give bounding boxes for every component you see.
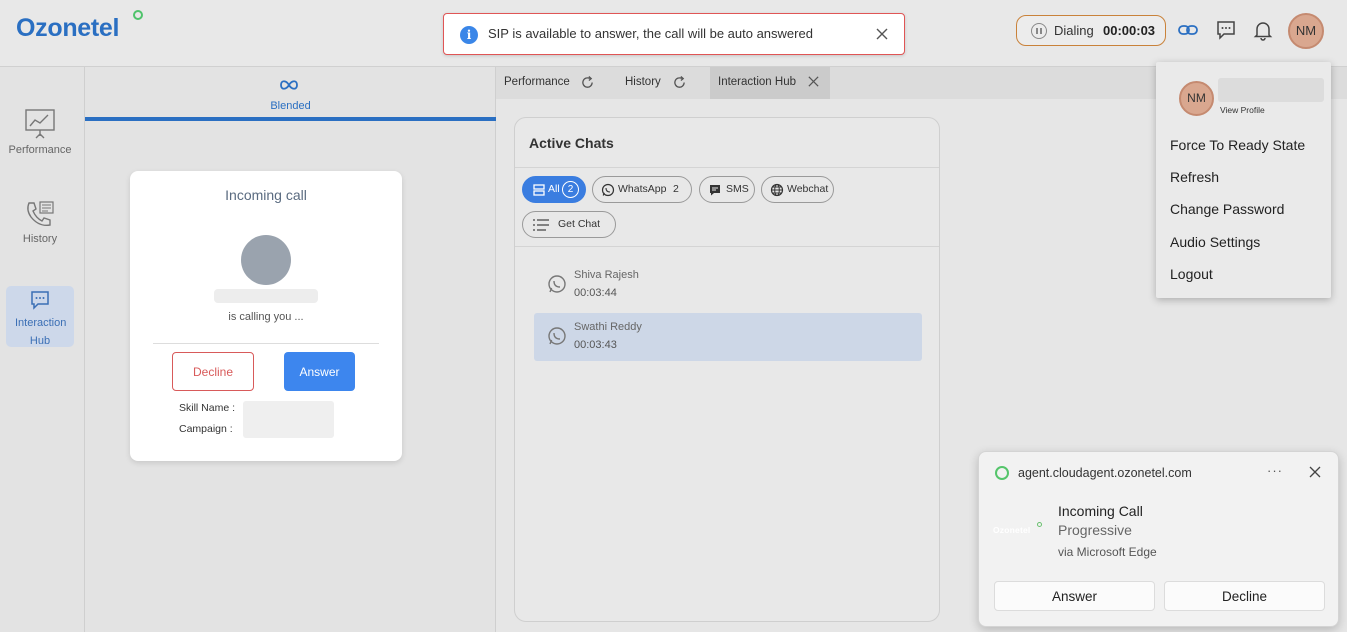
notification-title: Incoming Call (1058, 503, 1143, 519)
toast-message: SIP is available to answer, the call wil… (488, 26, 813, 41)
chat-duration: 00:03:43 (574, 339, 617, 351)
globe-icon (770, 183, 784, 197)
menu-item-refresh[interactable]: Refresh (1170, 169, 1219, 185)
chat-icon[interactable] (1215, 19, 1237, 41)
menu-item-force-ready[interactable]: Force To Ready State (1170, 137, 1305, 153)
notification-subtitle: Progressive (1058, 522, 1132, 538)
filter-all-count: 2 (562, 181, 579, 198)
more-options-icon[interactable]: ··· (1267, 463, 1283, 478)
list-icon (533, 219, 549, 231)
chat-bubble-icon (31, 291, 49, 310)
notification-source: agent.cloudagent.ozonetel.com (1018, 466, 1192, 480)
phone-history-icon (27, 201, 54, 227)
app-logo[interactable]: Ozonetel (16, 14, 119, 43)
filter-whatsapp-label: WhatsApp (618, 183, 667, 195)
filter-whatsapp[interactable]: WhatsApp 2 (592, 176, 692, 203)
tab-interaction-hub[interactable]: Interaction Hub (710, 67, 830, 99)
divider (515, 167, 939, 168)
dialing-timer: 00:00:03 (1103, 23, 1156, 38)
close-icon[interactable] (1309, 466, 1321, 478)
filter-all-label: All (548, 183, 560, 195)
dialog-title: Incoming call (225, 187, 307, 203)
answer-button[interactable]: Answer (284, 352, 355, 391)
tab-performance[interactable]: Performance (496, 67, 608, 99)
filter-webchat-label: Webchat (787, 183, 829, 195)
get-chat-button[interactable]: Get Chat (522, 211, 616, 238)
logo-ring-icon (133, 10, 143, 20)
profile-menu: NM View Profile Force To Ready State Ref… (1156, 62, 1331, 298)
active-chats-panel: Active Chats All 2 WhatsApp 2 SMS Webcha… (514, 117, 940, 622)
chat-contact-name: Swathi Reddy (574, 321, 642, 333)
menu-item-audio-settings[interactable]: Audio Settings (1170, 234, 1260, 250)
system-notification: agent.cloudagent.ozonetel.com ··· Ozonet… (978, 451, 1339, 627)
menu-item-logout[interactable]: Logout (1170, 266, 1213, 282)
filter-whatsapp-count: 2 (673, 183, 679, 195)
sip-toast: i SIP is available to answer, the call w… (443, 13, 905, 55)
user-avatar[interactable]: NM (1288, 13, 1324, 49)
infinity-icon (280, 80, 298, 90)
refresh-icon[interactable] (673, 76, 686, 89)
inbox-icon (533, 184, 545, 196)
nav-history[interactable]: History (6, 200, 74, 245)
campaign-label: Campaign : (179, 423, 233, 435)
brand-logo: Ozonetel (993, 525, 1031, 535)
tab-blended[interactable]: Blended (85, 67, 496, 121)
calling-text: is calling you ... (228, 311, 304, 323)
filter-webchat[interactable]: Webchat (761, 176, 834, 203)
link-icon[interactable] (1177, 19, 1199, 41)
info-icon: i (460, 26, 478, 44)
view-profile-link[interactable]: View Profile (1220, 105, 1265, 115)
presentation-chart-icon (25, 109, 55, 139)
filter-sms[interactable]: SMS (699, 176, 755, 203)
menu-avatar: NM (1179, 81, 1214, 116)
get-chat-label: Get Chat (558, 218, 601, 230)
sms-icon (710, 185, 720, 196)
tab-history[interactable]: History (617, 67, 702, 99)
filter-sms-label: SMS (726, 183, 749, 195)
nav-interaction-hub-label: Interaction Hub (15, 317, 67, 347)
brand-ring-icon (1037, 522, 1042, 527)
user-name-redacted (1218, 78, 1324, 102)
caller-avatar (241, 235, 291, 285)
whatsapp-icon (548, 327, 566, 345)
top-bar: Ozonetel i SIP is available to answer, t… (0, 0, 1347, 67)
chat-duration: 00:03:44 (574, 287, 617, 299)
whatsapp-icon (548, 275, 566, 293)
skill-campaign-redacted (243, 401, 334, 438)
tab-blended-label: Blended (270, 100, 311, 112)
notification-via: via Microsoft Edge (1058, 545, 1157, 559)
refresh-icon[interactable] (581, 76, 594, 89)
nav-history-label: History (22, 233, 58, 245)
notification-decline-button[interactable]: Decline (1164, 581, 1325, 611)
chat-item[interactable]: Shiva Rajesh 00:03:44 (534, 261, 922, 309)
incoming-call-dialog: Incoming call is calling you ... Decline… (130, 171, 402, 461)
nav-performance[interactable]: Performance (6, 107, 74, 156)
skill-name-label: Skill Name : (179, 402, 236, 414)
divider (515, 246, 939, 247)
divider (153, 343, 379, 344)
active-chats-title: Active Chats (529, 135, 614, 151)
site-icon (995, 466, 1009, 480)
left-nav: Performance History Interaction Hub (0, 67, 85, 632)
decline-button[interactable]: Decline (172, 352, 254, 391)
dialing-label: Dialing (1054, 23, 1094, 38)
nav-performance-label: Performance (8, 144, 72, 156)
nav-interaction-hub[interactable]: Interaction Hub (6, 286, 74, 347)
dialing-status[interactable]: Dialing 00:00:03 (1016, 15, 1166, 46)
bell-icon[interactable] (1252, 19, 1274, 41)
menu-item-change-password[interactable]: Change Password (1170, 201, 1284, 217)
close-icon[interactable] (807, 75, 820, 88)
tab-interaction-hub-label: Interaction Hub (718, 76, 796, 88)
chat-contact-name: Shiva Rajesh (574, 269, 639, 281)
caller-name-redacted (214, 289, 318, 303)
filter-all[interactable]: All 2 (522, 176, 586, 203)
tab-history-label: History (625, 76, 661, 88)
chat-item[interactable]: Swathi Reddy 00:03:43 (534, 313, 922, 361)
whatsapp-icon (601, 183, 615, 197)
pause-icon[interactable] (1031, 23, 1047, 39)
notification-answer-button[interactable]: Answer (994, 581, 1155, 611)
close-icon[interactable] (874, 26, 890, 42)
tab-performance-label: Performance (504, 76, 570, 88)
